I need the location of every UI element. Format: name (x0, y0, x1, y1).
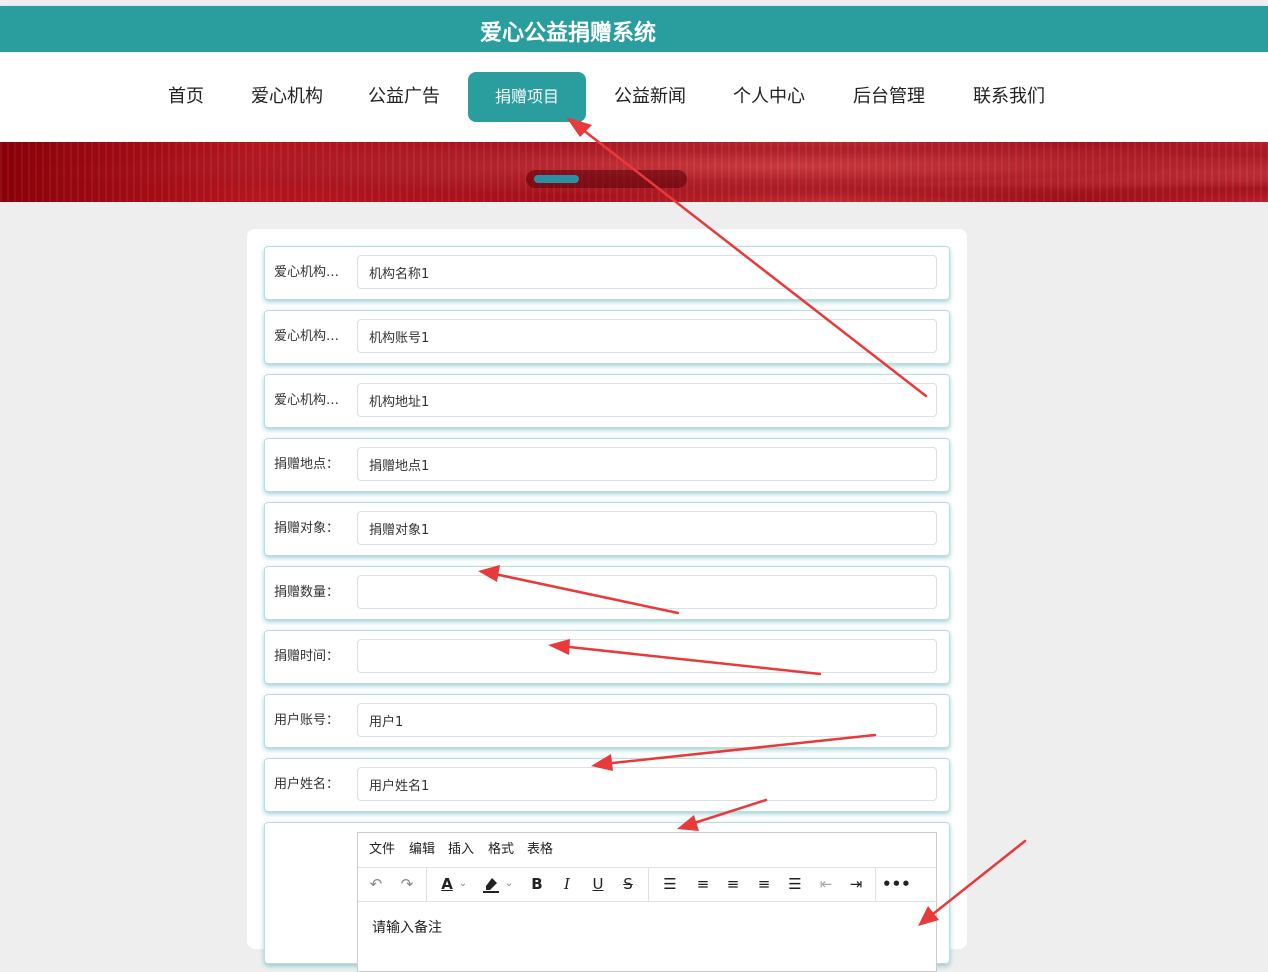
carousel-indicator[interactable] (526, 170, 687, 188)
banner-carousel (0, 142, 1268, 202)
nav-admin[interactable]: 后台管理 (852, 72, 926, 122)
donation-location-input[interactable] (357, 447, 937, 481)
italic-icon[interactable]: I (554, 871, 580, 897)
align-center-icon[interactable]: ≡ (720, 871, 746, 897)
bold-icon[interactable]: B (524, 871, 550, 897)
label-donation-location: 捐赠地点： (274, 457, 340, 472)
user-name-input[interactable] (357, 767, 937, 801)
menu-file[interactable]: 文件 (369, 833, 395, 867)
toolbar-divider (426, 867, 427, 901)
org-name-input[interactable] (357, 255, 937, 289)
line-height-icon[interactable]: ☰ (657, 871, 683, 897)
form-row-donation-time: 捐赠时间： (264, 630, 950, 684)
more-icon[interactable]: ••• (882, 871, 911, 897)
donation-time-input[interactable] (357, 639, 937, 673)
toolbar-divider (648, 867, 649, 901)
remarks-editor-content[interactable]: 请输入备注 (372, 917, 442, 937)
menu-edit[interactable]: 编辑 (409, 833, 435, 867)
undo-icon[interactable]: ↶ (363, 871, 389, 897)
carousel-dot-active[interactable] (534, 175, 579, 183)
nav-charity-orgs[interactable]: 爱心机构 (250, 72, 324, 122)
form-row-remarks: 文件 编辑 插入 格式 表格 ↶ ↷ A ⌄ ⌄ B I U S ☰ ≡ ≡ ≡… (264, 822, 950, 972)
main-nav: 首页 爱心机构 公益广告 捐赠项目 公益新闻 个人中心 后台管理 联系我们 (0, 52, 1268, 142)
align-left-icon[interactable]: ≡ (690, 871, 716, 897)
rich-text-editor: 文件 编辑 插入 格式 表格 ↶ ↷ A ⌄ ⌄ B I U S ☰ ≡ ≡ ≡… (357, 832, 937, 972)
org-account-input[interactable] (357, 319, 937, 353)
nav-donation-projects[interactable]: 捐赠项目 (468, 72, 586, 122)
strikethrough-icon[interactable]: S (615, 871, 641, 897)
donation-target-input[interactable] (357, 511, 937, 545)
label-donation-target: 捐赠对象： (274, 521, 340, 536)
form-row-org-account: 爱心机构账号： (264, 310, 950, 364)
label-org-account: 爱心机构账号： (274, 329, 348, 344)
align-justify-icon[interactable]: ☰ (782, 871, 808, 897)
form-row-user-account: 用户账号： (264, 694, 950, 748)
nav-news[interactable]: 公益新闻 (613, 72, 687, 122)
header-bar: 爱心公益捐赠系统 (0, 6, 1268, 52)
user-account-input[interactable] (357, 703, 937, 737)
form-row-donation-quantity: 捐赠数量： (264, 566, 950, 620)
highlight-icon[interactable] (478, 871, 504, 897)
nav-contact[interactable]: 联系我们 (972, 72, 1046, 122)
donation-form-card: 爱心机构名称： 爱心机构账号： 爱心机构地址： 捐赠地点： 捐赠对象： 捐赠数量… (247, 229, 967, 972)
form-row-donation-target: 捐赠对象： (264, 502, 950, 556)
chevron-down-icon[interactable]: ⌄ (502, 871, 516, 897)
form-row-user-name: 用户姓名： (264, 758, 950, 812)
form-row-donation-location: 捐赠地点： (264, 438, 950, 492)
editor-menubar: 文件 编辑 插入 格式 表格 (358, 833, 936, 868)
form-row-org-address: 爱心机构地址： (264, 374, 950, 428)
nav-home[interactable]: 首页 (166, 72, 206, 122)
menu-table[interactable]: 表格 (527, 833, 553, 867)
indent-icon[interactable]: ⇥ (843, 871, 869, 897)
label-user-account: 用户账号： (274, 713, 340, 728)
nav-public-ads[interactable]: 公益广告 (367, 72, 441, 122)
toolbar-divider (875, 867, 876, 901)
menu-insert[interactable]: 插入 (448, 833, 474, 867)
org-address-input[interactable] (357, 383, 937, 417)
form-row-org-name: 爱心机构名称： (264, 246, 950, 300)
menu-format[interactable]: 格式 (488, 833, 514, 867)
label-org-address: 爱心机构地址： (274, 393, 348, 408)
underline-icon[interactable]: U (585, 871, 611, 897)
redo-icon[interactable]: ↷ (394, 871, 420, 897)
label-org-name: 爱心机构名称： (274, 265, 348, 280)
align-right-icon[interactable]: ≡ (751, 871, 777, 897)
nav-personal-center[interactable]: 个人中心 (732, 72, 806, 122)
outdent-icon[interactable]: ⇤ (813, 871, 839, 897)
label-user-name: 用户姓名： (274, 777, 340, 792)
label-donation-time: 捐赠时间： (274, 649, 340, 664)
chevron-down-icon[interactable]: ⌄ (456, 871, 470, 897)
site-title: 爱心公益捐赠系统 (480, 21, 657, 46)
donation-quantity-input[interactable] (357, 575, 937, 609)
editor-toolbar: ↶ ↷ A ⌄ ⌄ B I U S ☰ ≡ ≡ ≡ ☰ ⇤ ⇥ ••• (358, 867, 936, 902)
label-donation-quantity: 捐赠数量： (274, 585, 340, 600)
